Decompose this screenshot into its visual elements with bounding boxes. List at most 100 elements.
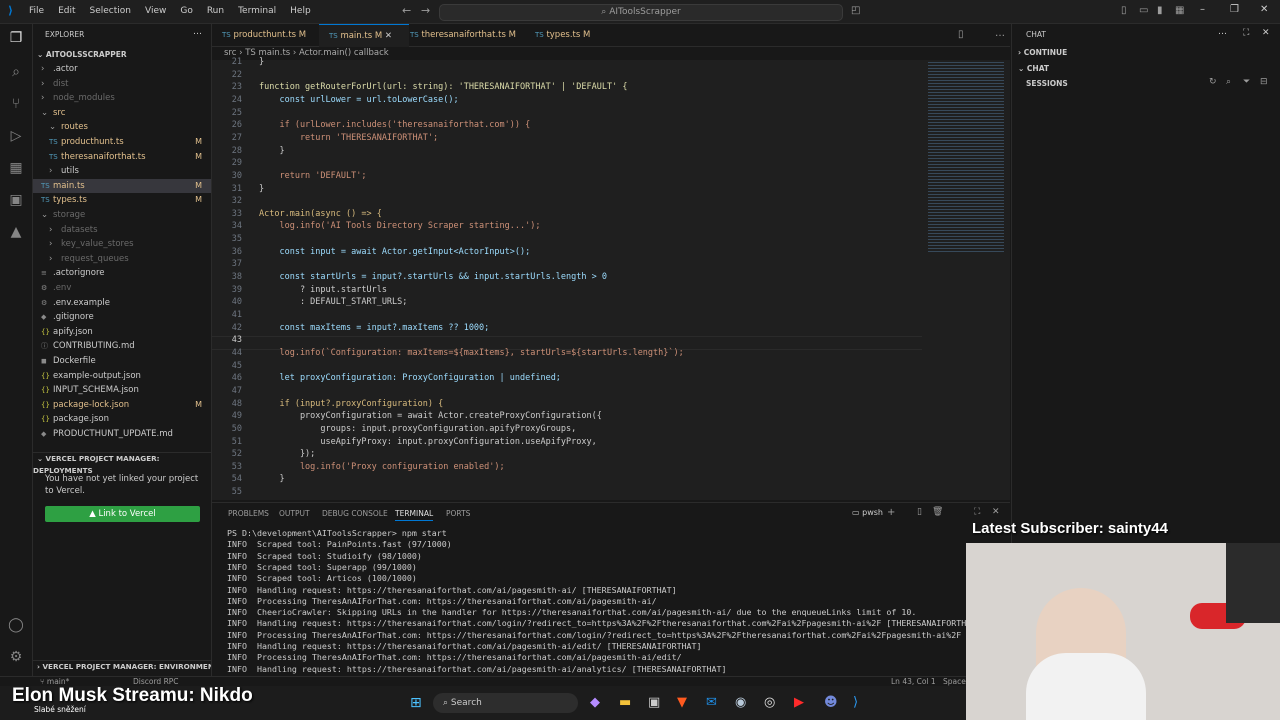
tree-item[interactable]: TS producthunt.ts M (33, 135, 211, 149)
outlook-icon[interactable]: ✉ (706, 695, 717, 710)
menu-edit[interactable]: Edit (51, 0, 82, 23)
chat-section[interactable]: ⌄ CHAT (1018, 64, 1049, 73)
tree-item[interactable]: › datasets (33, 223, 211, 237)
tree-item[interactable]: ⓘ CONTRIBUTING.md (33, 339, 211, 353)
layout-sidebar-icon[interactable]: ▯ (1121, 5, 1127, 16)
back-arrow-icon[interactable]: ← (402, 4, 411, 17)
brave-icon[interactable]: ▼ (677, 695, 687, 710)
source-control-icon[interactable]: ⑂ (8, 96, 24, 112)
github-icon[interactable]: ◎ (764, 695, 775, 710)
copilot-icon[interactable]: ◰ (851, 5, 860, 16)
vercel-deployments-header[interactable]: ⌄ VERCEL PROJECT MANAGER: DEPLOYMENTS (33, 452, 211, 475)
layout-secondary-icon[interactable]: ▮ (1157, 5, 1163, 16)
chat-more-icon[interactable]: … (1218, 27, 1227, 37)
tab-producthunt[interactable]: TS producthunt.ts M (212, 24, 320, 46)
tree-item[interactable]: › utils (33, 164, 211, 178)
youtube-icon[interactable]: ▶ (794, 695, 804, 710)
taskbar-search[interactable]: ⌕ Search (433, 693, 578, 713)
tab-ports[interactable]: PORTS (446, 509, 470, 518)
refresh-icon[interactable]: ↻ (1209, 77, 1217, 87)
split-terminal-icon[interactable]: ▯ (917, 507, 922, 517)
tree-item[interactable]: › key_value_stores (33, 237, 211, 251)
tree-item[interactable]: ⚙ .env.example (33, 296, 211, 310)
tree-item[interactable]: › node_modules (33, 91, 211, 105)
minimize-icon[interactable]: – (1200, 4, 1205, 15)
chat-close-icon[interactable]: ✕ (1262, 28, 1270, 38)
steam-icon[interactable]: ◉ (735, 695, 746, 710)
store-icon[interactable]: ▣ (648, 695, 660, 710)
menu-help[interactable]: Help (283, 0, 318, 23)
tab-theresanaiforthat[interactable]: TS theresanaiforthat.ts M (400, 24, 535, 46)
tree-item[interactable]: ◆ PRODUCTHUNT_UPDATE.md (33, 427, 211, 441)
menu-terminal[interactable]: Terminal (231, 0, 283, 23)
search-icon[interactable]: ⌕ (8, 64, 24, 80)
discord-icon[interactable]: ☻ (824, 695, 838, 710)
vscode-taskbar-icon[interactable]: ⟩ (853, 695, 858, 710)
vercel-environment-header[interactable]: › VERCEL PROJECT MANAGER: ENVIRONMENT ..… (33, 660, 211, 673)
customize-layout-icon[interactable]: ▦ (1175, 5, 1184, 16)
restore-icon[interactable]: ❐ (1230, 4, 1239, 15)
file-explorer-icon[interactable]: ▬ (619, 695, 631, 710)
tab-debug-console[interactable]: DEBUG CONSOLE (322, 509, 388, 518)
tree-item[interactable]: {} apify.json (33, 325, 211, 339)
command-center-search[interactable]: ⌕ AIToolsScrapper (439, 4, 843, 21)
vercel-icon[interactable]: ▲ (8, 224, 24, 240)
tree-item[interactable]: TS main.ts M (33, 178, 211, 193)
link-to-vercel-button[interactable]: ▲ Link to Vercel (45, 506, 200, 522)
code-editor[interactable]: 21} 22 23 function getRouterForUrl(url: str… (212, 57, 922, 500)
terminal-output[interactable]: PS D:\development\AIToolsScrapper> npm s… (212, 525, 1010, 675)
tab-output[interactable]: OUTPUT (279, 509, 310, 518)
maximize-panel-icon[interactable]: ⛶ (974, 507, 980, 517)
tab-terminal[interactable]: TERMINAL (395, 509, 434, 521)
tab-types[interactable]: TS types.ts M (525, 24, 615, 46)
minimap[interactable] (922, 60, 1010, 500)
tree-item[interactable]: › dist (33, 77, 211, 91)
layout-panel-icon[interactable]: ▭ (1139, 5, 1148, 16)
tree-item[interactable]: ⌄ routes (33, 120, 211, 134)
copilot-app-icon[interactable]: ◆ (590, 695, 600, 710)
editor-more-icon[interactable]: … (995, 28, 1005, 39)
continue-section[interactable]: › CONTINUE (1018, 48, 1067, 57)
new-terminal-icon[interactable]: + (887, 507, 895, 518)
tree-item[interactable]: ⌄ storage (33, 208, 211, 222)
menu-view[interactable]: View (138, 0, 173, 23)
menu-file[interactable]: File (22, 0, 51, 23)
cursor-position[interactable]: Ln 43, Col 1 (891, 677, 936, 686)
collapse-icon[interactable]: ⊟ (1260, 77, 1268, 87)
filter-icon[interactable]: ⏷ (1243, 77, 1250, 87)
remote-explorer-icon[interactable]: ▣ (8, 192, 24, 208)
settings-gear-icon[interactable]: ⚙ (8, 649, 24, 665)
menu-go[interactable]: Go (173, 0, 199, 23)
run-debug-icon[interactable]: ▷ (8, 128, 24, 144)
menu-run[interactable]: Run (200, 0, 231, 23)
tree-item[interactable]: › request_queues (33, 252, 211, 266)
tree-item[interactable]: {} package-lock.json M (33, 398, 211, 412)
close-icon[interactable]: ✕ (1260, 4, 1268, 15)
tab-problems[interactable]: PROBLEMS (228, 509, 269, 518)
split-editor-icon[interactable]: ▯ (958, 29, 964, 40)
tree-item[interactable]: {} INPUT_SCHEMA.json (33, 383, 211, 397)
close-panel-icon[interactable]: ✕ (992, 507, 1000, 517)
extensions-icon[interactable]: ▦ (8, 160, 24, 176)
tree-item[interactable]: ≡ .actorignore (33, 266, 211, 280)
forward-arrow-icon[interactable]: → (421, 4, 430, 17)
tree-item[interactable]: ◆ .gitignore (33, 310, 211, 324)
search-sessions-icon[interactable]: ⌕ (1226, 77, 1231, 87)
tree-item[interactable]: ◼ Dockerfile (33, 354, 211, 368)
tree-item[interactable]: ⌄ src (33, 106, 211, 120)
trash-icon[interactable]: 🗑 (932, 507, 943, 517)
explorer-icon[interactable]: ❐ (8, 30, 24, 46)
chat-maximize-icon[interactable]: ⛶ (1243, 28, 1249, 38)
tab-main[interactable]: TS main.ts M ✕ (319, 24, 409, 47)
tree-item[interactable]: TS theresanaiforthat.ts M (33, 150, 211, 164)
menu-selection[interactable]: Selection (83, 0, 138, 23)
project-folder-header[interactable]: ⌄ AITOOLSSCRAPPER (33, 48, 211, 62)
tree-item[interactable]: {} package.json (33, 412, 211, 426)
more-actions-icon[interactable]: … (193, 27, 202, 37)
tree-item[interactable]: TS types.ts M (33, 193, 211, 207)
tree-item[interactable]: › .actor (33, 62, 211, 76)
accounts-icon[interactable]: ◯ (8, 617, 24, 633)
close-tab-icon[interactable]: ✕ (385, 31, 392, 41)
tree-item[interactable]: ⚙ .env (33, 281, 211, 295)
tree-item[interactable]: {} example-output.json (33, 369, 211, 383)
